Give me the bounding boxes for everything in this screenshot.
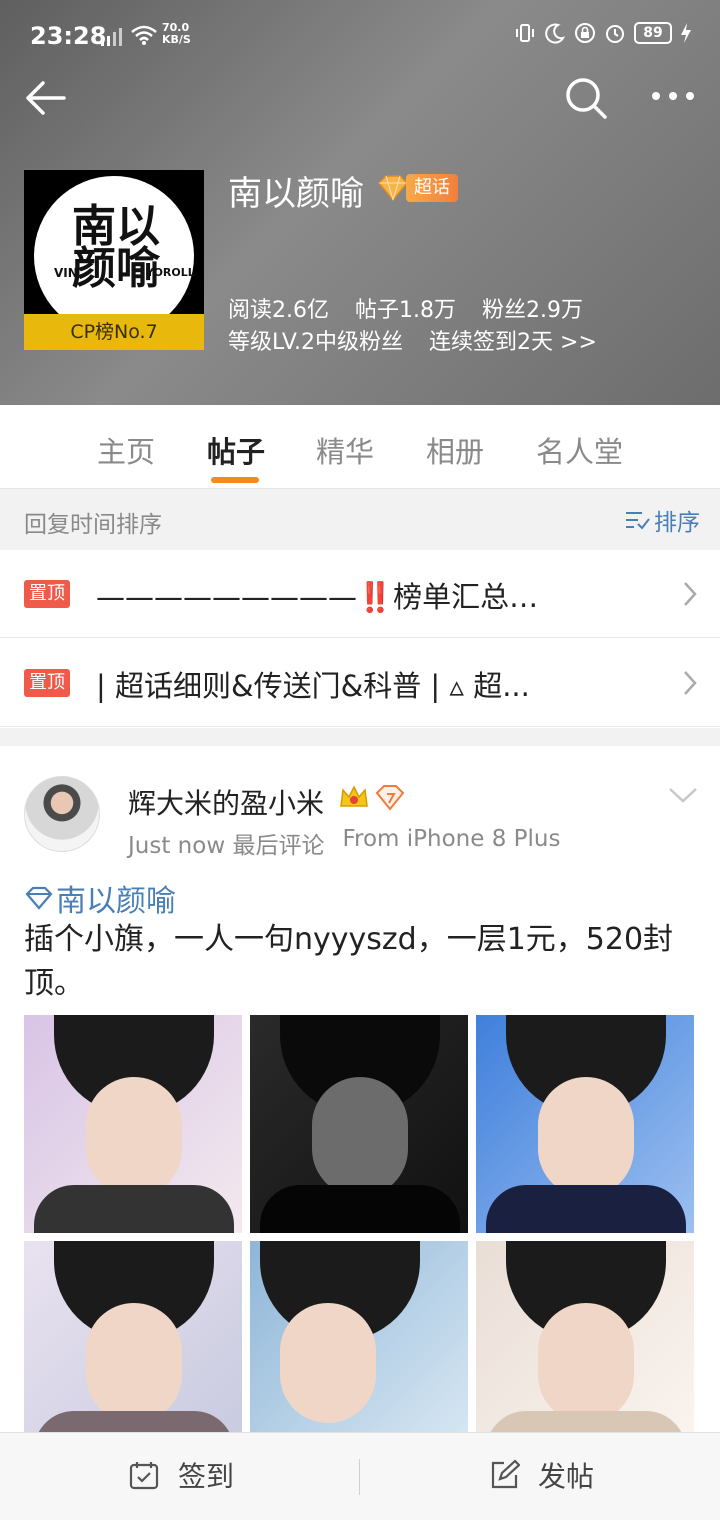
edit-icon: [491, 1459, 520, 1489]
active-tab-indicator: [211, 477, 259, 483]
post-body[interactable]: 插个小旗，一人一句nyyyszd，一层1元，520封顶。: [24, 918, 694, 1006]
pinned-post-row[interactable]: 置顶 | 超话细则&传送门&科普 | ▵ 超...: [0, 639, 720, 727]
avatar-logo-yoroll: YOROLL: [146, 266, 195, 279]
moon-icon: [545, 23, 566, 44]
sort-button-label: 排序: [654, 510, 700, 536]
calendar-check-icon: [129, 1462, 159, 1490]
lock-rotation-icon: [575, 23, 595, 43]
avatar-logo-circle: 南以 颜喻 VIN YOROLL: [34, 176, 195, 336]
level-text[interactable]: 等级LV.2中级粉丝: [228, 324, 403, 356]
pinned-post-title: | 超话细则&传送门&科普 | ▵ 超...: [96, 669, 530, 703]
status-bar: 23:28 70.0 KB/S 89: [0, 0, 720, 76]
alarm-icon: [606, 25, 624, 43]
diamond-icon: [25, 886, 53, 910]
back-arrow-icon[interactable]: [24, 78, 68, 118]
chevron-right-icon: [684, 582, 697, 606]
topic-stats: 阅读2.6亿 帖子1.8万 粉丝2.9万: [228, 292, 583, 324]
topic-title: 南以颜喻: [228, 174, 364, 214]
post-photo[interactable]: [250, 1241, 468, 1432]
fan-level: 等级LV.2中级粉丝 连续签到2天 >>: [228, 324, 597, 356]
bottom-action-bar: 签到 发帖: [0, 1432, 720, 1520]
wifi-icon: [131, 25, 157, 45]
post-username[interactable]: 辉大米的盈小米: [128, 782, 324, 822]
section-divider: [0, 728, 720, 746]
super-topic-badge: 超话: [376, 172, 458, 204]
diamond-icon: [377, 175, 409, 202]
post-photo[interactable]: [476, 1241, 694, 1432]
pinned-tag: 置顶: [24, 669, 70, 697]
avatar-logo-vin: VIN: [54, 266, 78, 280]
vibrate-icon: [516, 24, 534, 42]
post-photo[interactable]: [24, 1015, 242, 1233]
pinned-post-title: —————————‼️榜单汇总‼️—...: [96, 580, 556, 614]
new-post-button[interactable]: 发帖: [488, 1455, 594, 1495]
user-avatar[interactable]: [24, 776, 100, 852]
user-badges: [338, 782, 406, 812]
post-photo[interactable]: [250, 1015, 468, 1233]
chevron-right-icon: [684, 671, 697, 695]
topic-header: 23:28 70.0 KB/S 89 南以 颜喻 VIN YOROLL CP榜N…: [0, 0, 720, 405]
signal-icon: [101, 28, 122, 46]
status-time: 23:28: [30, 22, 107, 50]
cp-rank-badge[interactable]: CP榜No.7: [24, 314, 204, 350]
stat-fans: 粉丝2.9万: [482, 298, 583, 323]
screen: { "status": { "time": "23:28", "speed_va…: [0, 0, 720, 1520]
topic-avatar[interactable]: 南以 颜喻 VIN YOROLL CP榜No.7: [24, 170, 204, 350]
tab-posts[interactable]: 帖子: [207, 429, 265, 471]
checkin-streak[interactable]: 连续签到2天 >>: [429, 324, 597, 356]
battery-icon: 89: [634, 22, 672, 44]
search-icon[interactable]: [563, 75, 609, 121]
post-photo[interactable]: [24, 1241, 242, 1432]
super-topic-label: 超话: [406, 174, 458, 202]
topic-tabs: 主页 帖子 精华 相册 名人堂: [0, 405, 720, 489]
post-photo[interactable]: [476, 1015, 694, 1233]
network-speed-unit: KB/S: [162, 33, 191, 46]
checkin-label: 签到: [178, 1460, 235, 1493]
tab-album[interactable]: 相册: [426, 429, 484, 471]
stat-posts: 帖子1.8万: [355, 298, 456, 323]
tab-featured[interactable]: 精华: [316, 429, 374, 471]
checkin-button[interactable]: 签到: [128, 1455, 234, 1495]
diamond-level-icon: [375, 785, 405, 811]
bottom-divider: [359, 1459, 360, 1495]
new-post-label: 发帖: [538, 1460, 595, 1493]
tab-hall-of-fame[interactable]: 名人堂: [536, 429, 623, 471]
post-topic-tag[interactable]: 南以颜喻: [24, 876, 176, 920]
stat-reads: 阅读2.6亿: [228, 298, 329, 323]
post-meta: Just now 最后评论 From iPhone 8 Plus: [128, 826, 560, 860]
sort-button[interactable]: 排序: [624, 503, 700, 537]
sort-bar: 回复时间排序 排序: [0, 489, 720, 550]
sort-order-label: 回复时间排序: [24, 512, 162, 538]
tab-home[interactable]: 主页: [97, 429, 155, 471]
pinned-tag: 置顶: [24, 580, 70, 608]
crown-icon: [340, 785, 368, 807]
charging-icon: [681, 23, 691, 43]
pinned-post-row[interactable]: 置顶 —————————‼️榜单汇总‼️—...: [0, 550, 720, 638]
sort-icon: [626, 512, 650, 530]
post-source: From iPhone 8 Plus: [342, 826, 561, 852]
post-topic-label: 南以颜喻: [56, 884, 176, 919]
network-speed: 70.0 KB/S: [162, 22, 191, 46]
chevron-down-icon[interactable]: [668, 786, 698, 804]
more-options-icon[interactable]: [650, 86, 696, 106]
post-time: Just now 最后评论: [128, 833, 325, 859]
status-icons: 89: [514, 22, 692, 44]
